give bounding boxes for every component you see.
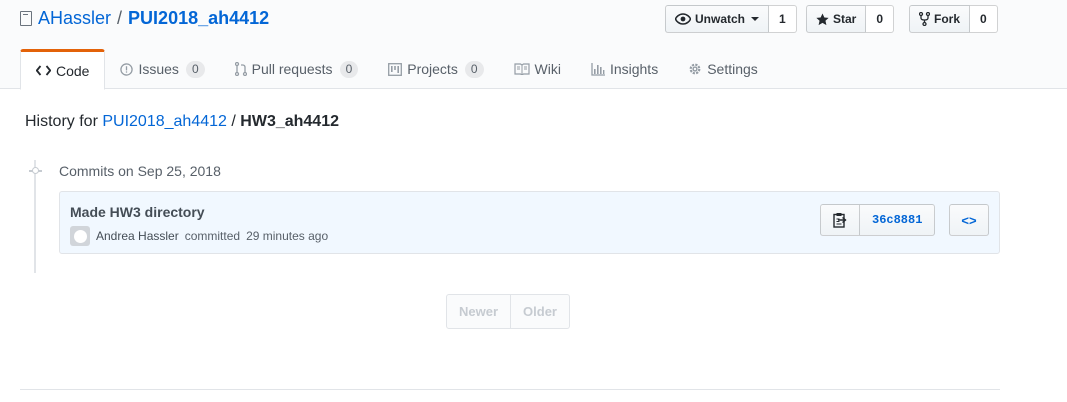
clipboard-icon (833, 213, 847, 228)
projects-counter: 0 (464, 60, 484, 78)
pull-requests-counter: 0 (339, 60, 359, 78)
history-heading: History for PUI2018_ah4412 / HW3_ah4412 (25, 113, 339, 131)
history-path: HW3_ah4412 (240, 113, 339, 130)
repo-owner-link[interactable]: AHassler (38, 8, 111, 29)
tab-issues[interactable]: Issues 0 (105, 49, 219, 89)
newer-button[interactable]: Newer (446, 294, 512, 329)
watch-count[interactable]: 1 (769, 5, 797, 33)
tab-wiki[interactable]: Wiki (499, 49, 576, 89)
sha-group: 36c8881 (820, 204, 936, 236)
tab-projects[interactable]: Projects 0 (373, 49, 498, 89)
tab-insights[interactable]: Insights (576, 49, 673, 89)
pagination: Newer Older (446, 294, 570, 329)
tab-projects-label: Projects (407, 61, 458, 77)
fork-group: Fork 0 (909, 5, 998, 33)
unwatch-button[interactable]: Unwatch (665, 5, 770, 33)
issues-counter: 0 (185, 60, 205, 78)
fork-button[interactable]: Fork (909, 5, 971, 33)
project-icon (388, 62, 403, 76)
star-button[interactable]: Star (806, 5, 867, 33)
commit-row: Made HW3 directory Andrea Hassler commit… (59, 191, 1000, 254)
repo-header: AHassler / PUI2018_ah4412 Unwatch 1 Star… (0, 0, 1067, 90)
commit-group-heading: Commits on Sep 25, 2018 (59, 163, 221, 179)
tab-code[interactable]: Code (20, 49, 106, 90)
fork-count[interactable]: 0 (970, 5, 998, 33)
tab-code-label: Code (56, 62, 90, 79)
footer-divider (20, 389, 1000, 390)
history-prefix: History for (25, 113, 98, 130)
chevron-down-icon (751, 17, 760, 21)
watch-group: Unwatch 1 (665, 5, 797, 33)
repo-title: AHassler / PUI2018_ah4412 (20, 8, 269, 29)
star-count[interactable]: 0 (866, 5, 895, 33)
repo-tabs: Code Issues 0 Pull requests 0 Projects 0 (20, 49, 773, 90)
code-icon (36, 65, 51, 76)
commit-author[interactable]: Andrea Hassler (96, 229, 179, 243)
repo-title-separator: / (117, 8, 123, 28)
commit-meta: Andrea Hassler committed 29 minutes ago (70, 226, 328, 246)
tab-settings-label: Settings (707, 61, 758, 77)
older-button[interactable]: Older (511, 294, 570, 329)
commit-title-link[interactable]: Made HW3 directory (70, 204, 205, 220)
avatar[interactable] (70, 226, 90, 246)
tab-wiki-label: Wiki (534, 61, 561, 77)
fork-label: Fork (934, 12, 961, 26)
commit-group-icon (29, 166, 42, 176)
gear-icon (688, 62, 702, 76)
history-separator: / (231, 113, 236, 130)
repo-name-link[interactable]: PUI2018_ah4412 (128, 8, 269, 29)
tab-insights-label: Insights (609, 61, 659, 77)
pull-request-icon (234, 62, 247, 76)
eye-icon (675, 13, 691, 25)
star-group: Star 0 (806, 5, 895, 33)
fork-icon (919, 12, 930, 26)
book-icon (513, 63, 530, 75)
commit-timeline (34, 160, 36, 273)
graph-icon (591, 62, 605, 76)
issue-icon (120, 62, 134, 76)
commit-time: 29 minutes ago (246, 229, 329, 243)
commit-sha-link[interactable]: 36c8881 (860, 204, 936, 236)
tab-pull-requests[interactable]: Pull requests 0 (220, 49, 374, 89)
copy-sha-button[interactable] (820, 204, 860, 236)
repo-icon (20, 11, 32, 26)
unwatch-label: Unwatch (695, 12, 746, 26)
tab-issues-label: Issues (138, 61, 179, 77)
star-label: Star (833, 12, 857, 26)
code-icon: <> (961, 212, 977, 228)
tab-pull-requests-label: Pull requests (251, 61, 333, 77)
browse-code-button[interactable]: <> (949, 204, 989, 236)
commit-action: committed (184, 229, 241, 243)
star-icon (816, 12, 829, 25)
history-repo-link[interactable]: PUI2018_ah4412 (102, 113, 227, 130)
tab-settings[interactable]: Settings (673, 49, 773, 89)
